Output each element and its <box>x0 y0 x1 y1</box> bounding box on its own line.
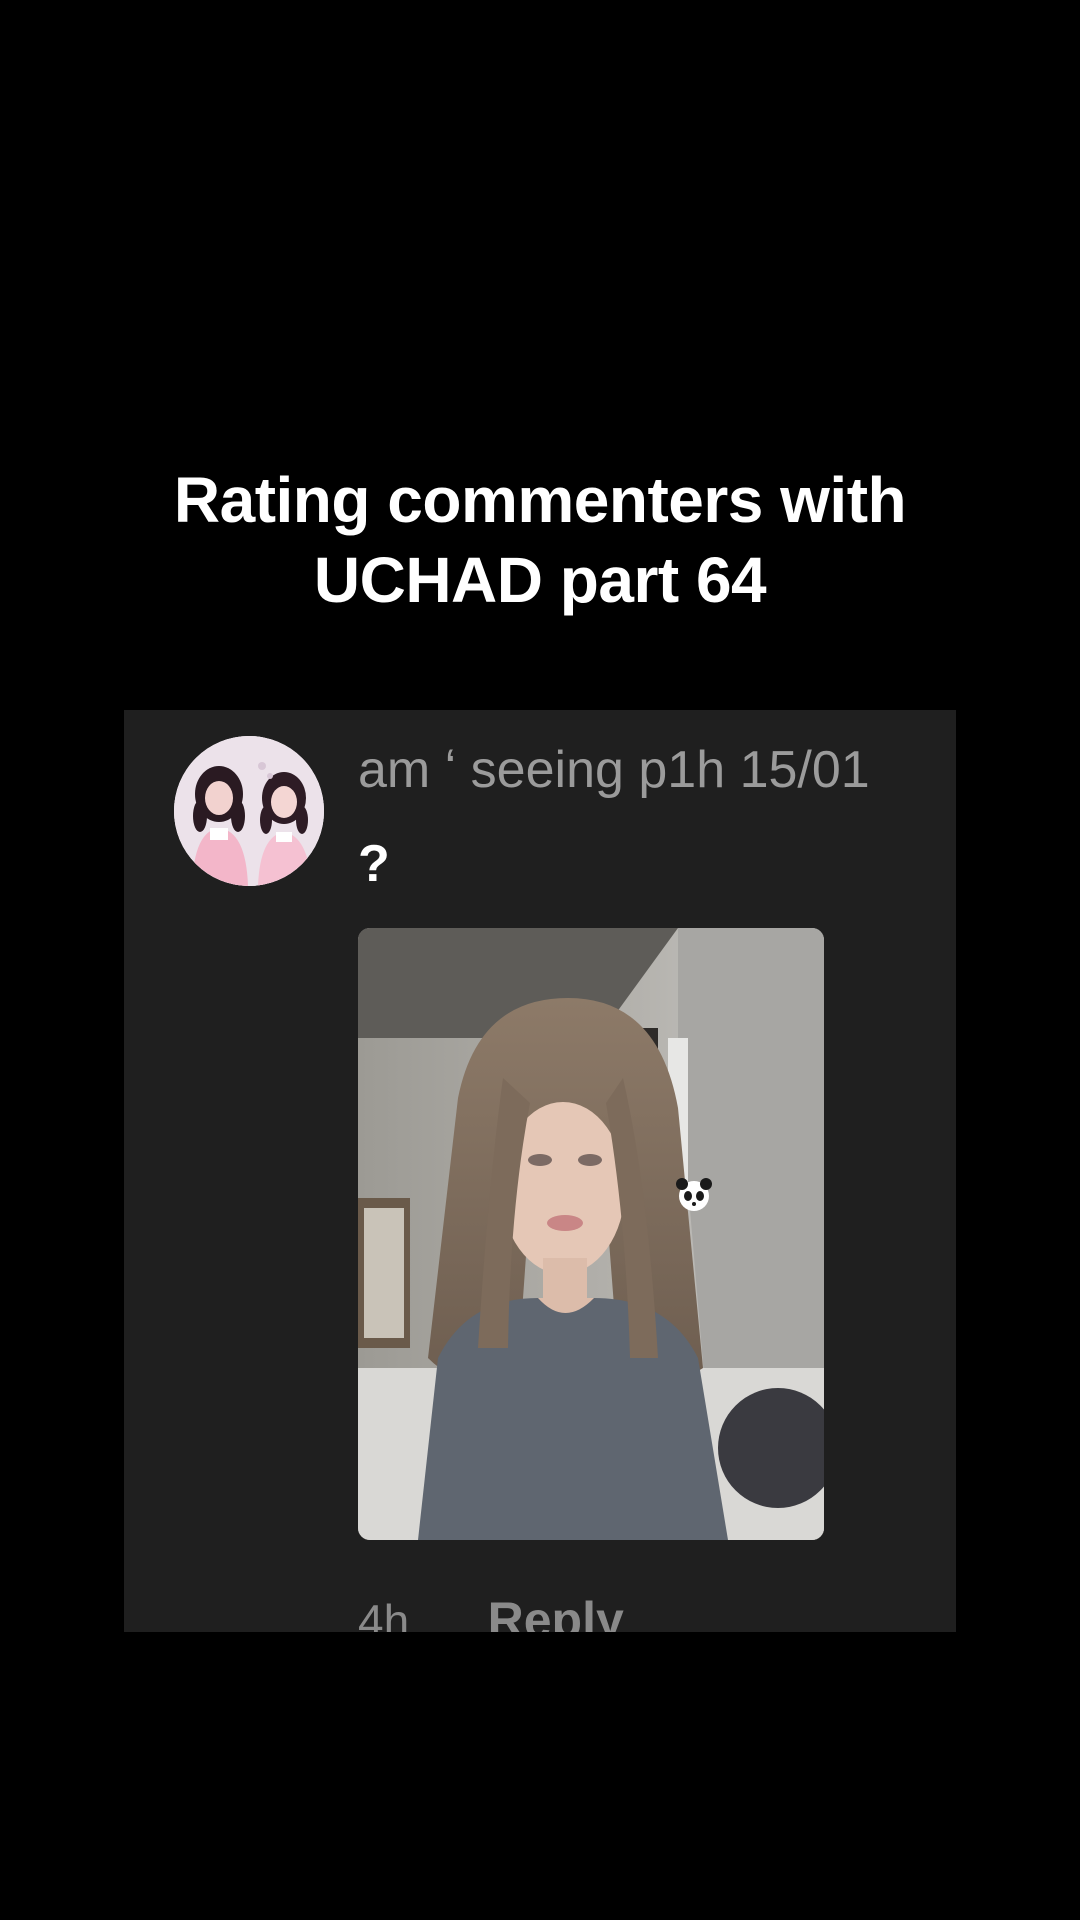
caption-line-1: Rating commenters with <box>173 464 907 536</box>
comment-meta-row: 4h Reply <box>358 1590 624 1632</box>
video-frame: Rating commenters with UCHAD part 64 am … <box>0 0 1080 1920</box>
comment-image[interactable] <box>358 928 824 1540</box>
comment-card: am ʻ seeing p1h 15/01 ? 4h Reply <box>124 710 956 1632</box>
reply-button[interactable]: Reply <box>488 1590 624 1632</box>
caption-line-2: UCHAD part 64 <box>313 544 767 616</box>
comment-text: ? <box>358 835 390 893</box>
comment-timestamp: 4h <box>358 1595 410 1632</box>
avatar[interactable] <box>174 736 324 886</box>
avatar-image <box>174 736 324 886</box>
comment-photo <box>358 928 824 1540</box>
video-caption: Rating commenters with UCHAD part 64 <box>0 460 1080 620</box>
comment-username[interactable]: am ʻ seeing p1h 15/01 <box>358 740 870 800</box>
